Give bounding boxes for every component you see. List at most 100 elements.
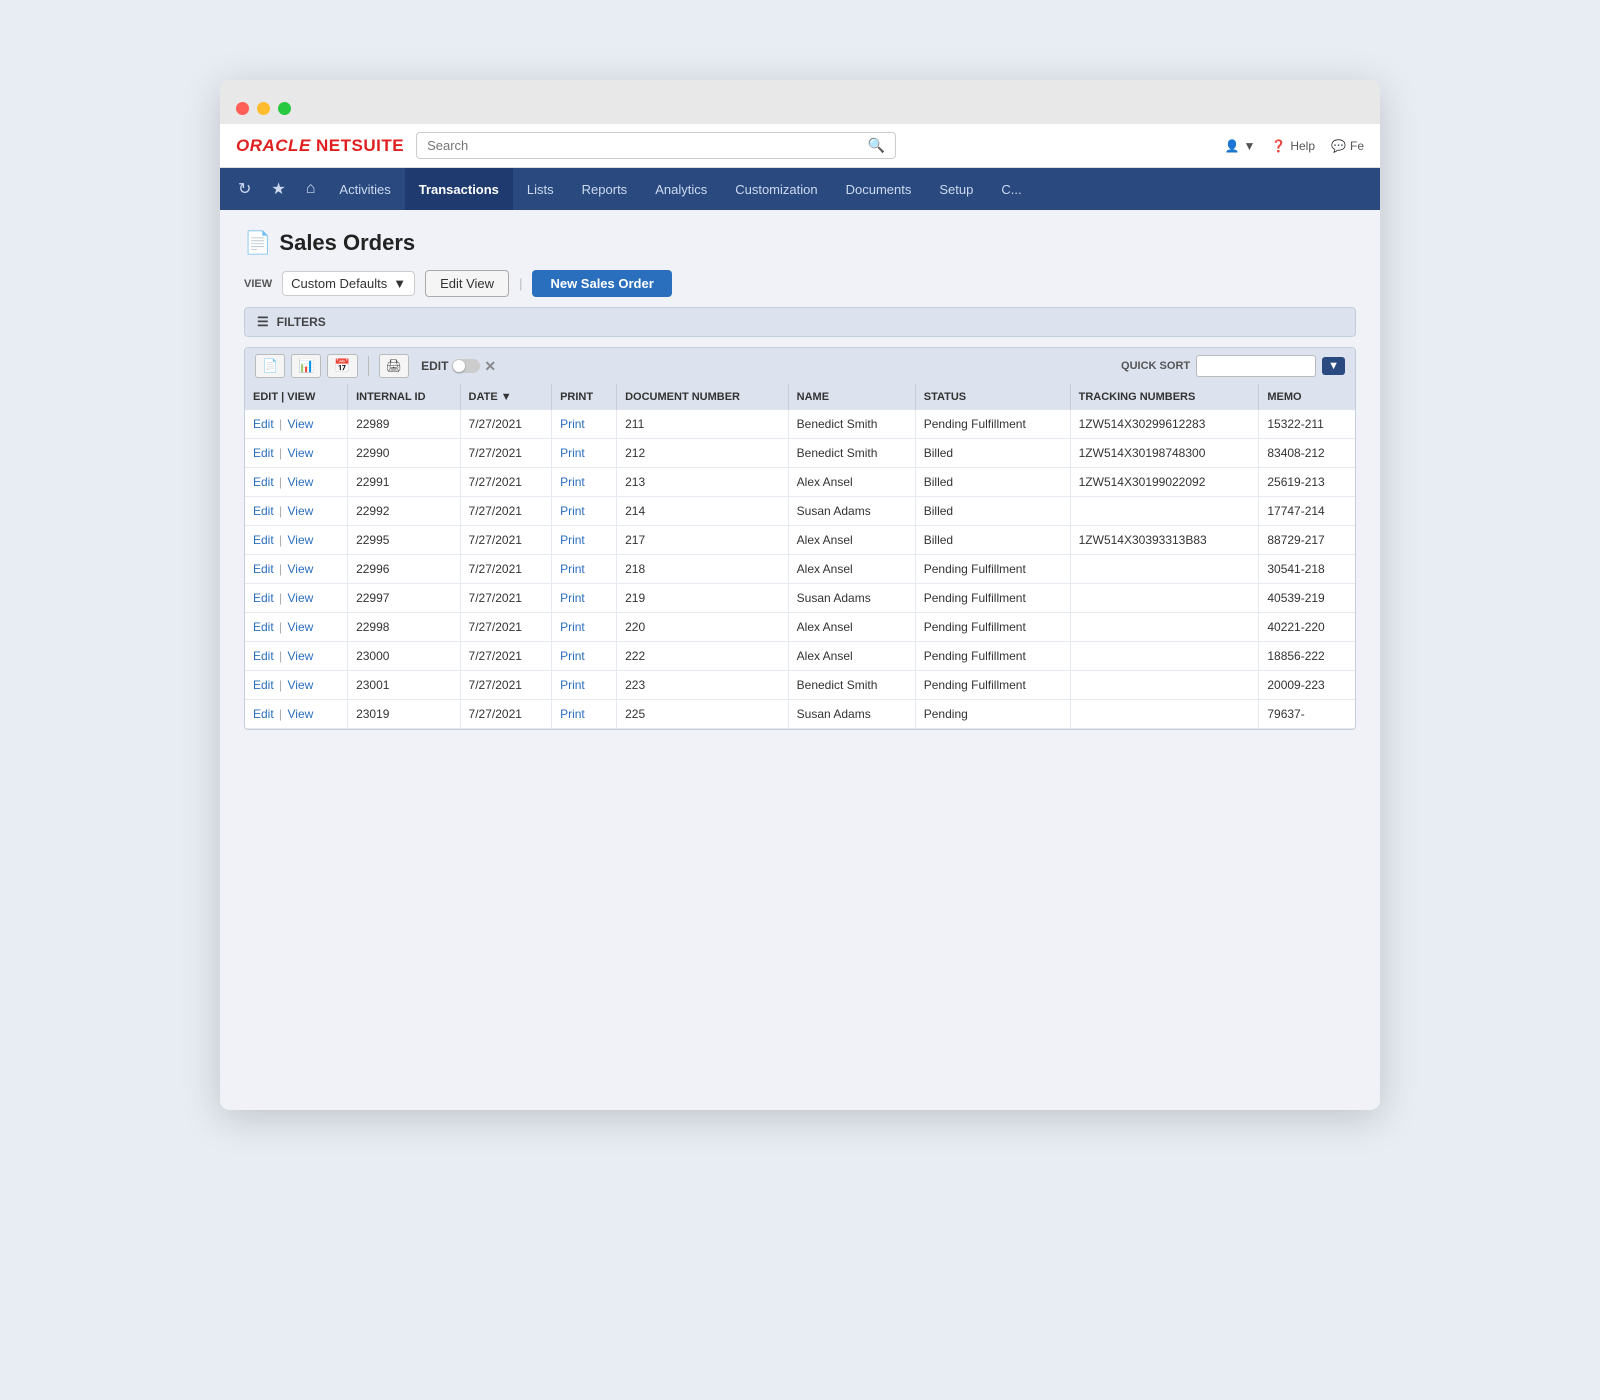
print-link[interactable]: Print bbox=[560, 591, 585, 605]
search-bar[interactable]: 🔍 bbox=[416, 132, 896, 159]
cell-date: 7/27/2021 bbox=[460, 584, 552, 613]
col-edit-view: EDIT | VIEW bbox=[245, 384, 348, 410]
print-link[interactable]: Print bbox=[560, 707, 585, 721]
print-link[interactable]: Print bbox=[560, 446, 585, 460]
cell-tracking: 1ZW514X30393313B83 bbox=[1070, 526, 1259, 555]
view-link[interactable]: View bbox=[288, 475, 314, 489]
calendar-icon[interactable]: 📅 bbox=[327, 354, 357, 378]
cell-status: Pending Fulfillment bbox=[915, 555, 1070, 584]
cell-status: Pending Fulfillment bbox=[915, 671, 1070, 700]
close-icon[interactable]: ✕ bbox=[484, 358, 496, 375]
cell-tracking: 1ZW514X30199022092 bbox=[1070, 468, 1259, 497]
quick-sort-select[interactable] bbox=[1196, 355, 1316, 377]
view-link[interactable]: View bbox=[288, 649, 314, 663]
maximize-dot[interactable] bbox=[278, 102, 291, 115]
edit-link[interactable]: Edit bbox=[253, 649, 274, 663]
nav-activities[interactable]: Activities bbox=[325, 168, 404, 210]
cell-status: Pending Fulfillment bbox=[915, 584, 1070, 613]
edit-link[interactable]: Edit bbox=[253, 678, 274, 692]
view-link[interactable]: View bbox=[288, 707, 314, 721]
cell-tracking bbox=[1070, 613, 1259, 642]
edit-link[interactable]: Edit bbox=[253, 504, 274, 518]
edit-toggle-switch[interactable] bbox=[452, 359, 480, 373]
print-icon[interactable]: 🖨 bbox=[379, 354, 410, 378]
table-row: Edit | View 22989 7/27/2021 Print 211 Be… bbox=[245, 410, 1355, 439]
nav-documents[interactable]: Documents bbox=[832, 168, 926, 210]
history-nav-icon[interactable]: ↻ bbox=[228, 168, 261, 210]
print-link[interactable]: Print bbox=[560, 417, 585, 431]
cell-print: Print bbox=[552, 410, 617, 439]
edit-link[interactable]: Edit bbox=[253, 533, 274, 547]
edit-link[interactable]: Edit bbox=[253, 591, 274, 605]
home-nav-icon[interactable]: ⌂ bbox=[296, 168, 326, 210]
search-input[interactable] bbox=[427, 138, 868, 153]
print-link[interactable]: Print bbox=[560, 678, 585, 692]
favorites-nav-icon[interactable]: ★ bbox=[261, 168, 295, 210]
cell-internal-id: 23000 bbox=[348, 642, 460, 671]
nav-analytics[interactable]: Analytics bbox=[641, 168, 721, 210]
edit-link[interactable]: Edit bbox=[253, 446, 274, 460]
user-menu[interactable]: 👤 ▼ bbox=[1225, 139, 1256, 153]
nav-transactions[interactable]: Transactions bbox=[405, 168, 513, 210]
view-link[interactable]: View bbox=[288, 620, 314, 634]
help-menu[interactable]: ❓ Help bbox=[1271, 139, 1315, 153]
print-link[interactable]: Print bbox=[560, 562, 585, 576]
view-link[interactable]: View bbox=[288, 446, 314, 460]
nav-reports[interactable]: Reports bbox=[568, 168, 642, 210]
cell-print: Print bbox=[552, 555, 617, 584]
cell-internal-id: 22996 bbox=[348, 555, 460, 584]
nav-more[interactable]: C... bbox=[987, 168, 1035, 210]
cell-memo: 30541-218 bbox=[1259, 555, 1355, 584]
edit-link[interactable]: Edit bbox=[253, 562, 274, 576]
view-link[interactable]: View bbox=[288, 562, 314, 576]
cell-memo: 25619-213 bbox=[1259, 468, 1355, 497]
cell-tracking bbox=[1070, 497, 1259, 526]
cell-date: 7/27/2021 bbox=[460, 555, 552, 584]
print-link[interactable]: Print bbox=[560, 504, 585, 518]
cell-edit-view: Edit | View bbox=[245, 526, 348, 555]
user-icon: 👤 bbox=[1225, 139, 1240, 153]
cell-doc-number: 217 bbox=[617, 526, 789, 555]
print-link[interactable]: Print bbox=[560, 533, 585, 547]
edit-link[interactable]: Edit bbox=[253, 475, 274, 489]
nav-customization[interactable]: Customization bbox=[721, 168, 831, 210]
cell-name: Susan Adams bbox=[788, 584, 915, 613]
user-dropdown-arrow: ▼ bbox=[1244, 139, 1256, 153]
cell-name: Alex Ansel bbox=[788, 555, 915, 584]
col-document-number: DOCUMENT NUMBER bbox=[617, 384, 789, 410]
close-dot[interactable] bbox=[236, 102, 249, 115]
view-link[interactable]: View bbox=[288, 533, 314, 547]
cell-internal-id: 22995 bbox=[348, 526, 460, 555]
nav-lists[interactable]: Lists bbox=[513, 168, 568, 210]
view-link[interactable]: View bbox=[288, 504, 314, 518]
edit-link[interactable]: Edit bbox=[253, 620, 274, 634]
cell-memo: 18856-222 bbox=[1259, 642, 1355, 671]
page-title: Sales Orders bbox=[279, 230, 415, 256]
print-link[interactable]: Print bbox=[560, 649, 585, 663]
new-doc-icon[interactable]: 📄 bbox=[255, 354, 285, 378]
filters-bar[interactable]: ☰ FILTERS bbox=[244, 307, 1356, 337]
chat-menu[interactable]: 💬 Fe bbox=[1331, 139, 1364, 153]
cell-tracking bbox=[1070, 642, 1259, 671]
col-internal-id: INTERNAL ID bbox=[348, 384, 460, 410]
edit-view-button[interactable]: Edit View bbox=[425, 270, 509, 297]
edit-link[interactable]: Edit bbox=[253, 417, 274, 431]
cell-doc-number: 212 bbox=[617, 439, 789, 468]
cell-memo: 79637- bbox=[1259, 700, 1355, 729]
new-sales-order-button[interactable]: New Sales Order bbox=[532, 270, 671, 297]
view-link[interactable]: View bbox=[288, 678, 314, 692]
view-link[interactable]: View bbox=[288, 417, 314, 431]
view-select-wrap[interactable]: Custom Defaults ▼ bbox=[282, 271, 415, 296]
navbar: ↻ ★ ⌂ Activities Transactions Lists Repo… bbox=[220, 168, 1380, 210]
edit-link[interactable]: Edit bbox=[253, 707, 274, 721]
filter-icon: ☰ bbox=[257, 314, 269, 330]
print-link[interactable]: Print bbox=[560, 475, 585, 489]
cell-date: 7/27/2021 bbox=[460, 497, 552, 526]
view-link[interactable]: View bbox=[288, 591, 314, 605]
minimize-dot[interactable] bbox=[257, 102, 270, 115]
cell-date: 7/27/2021 bbox=[460, 642, 552, 671]
spreadsheet-icon[interactable]: 📊 bbox=[291, 354, 321, 378]
print-link[interactable]: Print bbox=[560, 620, 585, 634]
quick-sort-arrow[interactable]: ▼ bbox=[1322, 357, 1345, 375]
nav-setup[interactable]: Setup bbox=[925, 168, 987, 210]
